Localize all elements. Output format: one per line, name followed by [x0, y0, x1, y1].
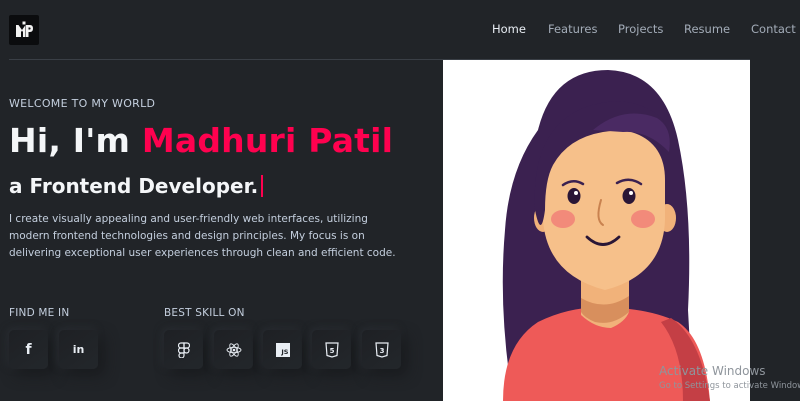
nav-projects[interactable]: Projects	[618, 22, 663, 36]
facebook-button[interactable]: f	[9, 330, 48, 369]
linkedin-button[interactable]: in	[59, 330, 98, 369]
nav-resume[interactable]: Resume	[684, 22, 730, 36]
activate-windows-watermark: Activate Windows Go to Settings to activ…	[659, 364, 800, 394]
html5-glyph: 5	[329, 347, 334, 355]
figma-skill[interactable]	[164, 330, 203, 369]
hero-role: a Frontend Developer.	[9, 174, 259, 198]
watermark-subtitle: Go to Settings to activate Windows.	[659, 381, 800, 391]
nav-contact[interactable]: Contact	[751, 22, 796, 36]
facebook-icon: f	[25, 341, 32, 358]
hero-title: Hi, I'm Madhuri Patil	[9, 121, 393, 160]
logo-mark	[16, 21, 33, 37]
react-icon	[226, 342, 241, 357]
avatar-illustration	[502, 70, 710, 401]
main-nav: Home Features Projects Resume Contact	[470, 0, 800, 58]
right-edge	[750, 60, 800, 401]
nav-features[interactable]: Features	[548, 22, 597, 36]
profile-illustration	[443, 60, 750, 401]
css3-glyph: 3	[379, 347, 384, 355]
nav-home[interactable]: Home	[492, 22, 526, 36]
watermark-title: Activate Windows	[659, 364, 766, 378]
best-skill-label: BEST SKILL ON	[164, 307, 245, 319]
javascript-skill[interactable]: JS	[263, 330, 302, 369]
hero-description: I create visually appealing and user-fri…	[9, 213, 396, 259]
hero-greeting: Hi, I'm	[9, 121, 142, 160]
hero-subtitle: a Frontend Developer.	[9, 174, 264, 198]
logo[interactable]	[9, 15, 39, 45]
javascript-icon: JS	[275, 342, 290, 357]
css3-icon: 3	[374, 341, 389, 358]
css3-skill[interactable]: 3	[362, 330, 401, 369]
hero-name: Madhuri Patil	[141, 121, 394, 160]
find-me-label: FIND ME IN	[9, 307, 70, 319]
html5-skill[interactable]: 5	[312, 330, 351, 369]
react-skill[interactable]	[214, 330, 253, 369]
welcome-text: WELCOME TO MY WORLD	[9, 97, 156, 110]
typing-cursor	[261, 175, 264, 197]
linkedin-icon: in	[72, 343, 85, 356]
html5-icon: 5	[324, 341, 339, 358]
figma-icon	[177, 341, 190, 358]
